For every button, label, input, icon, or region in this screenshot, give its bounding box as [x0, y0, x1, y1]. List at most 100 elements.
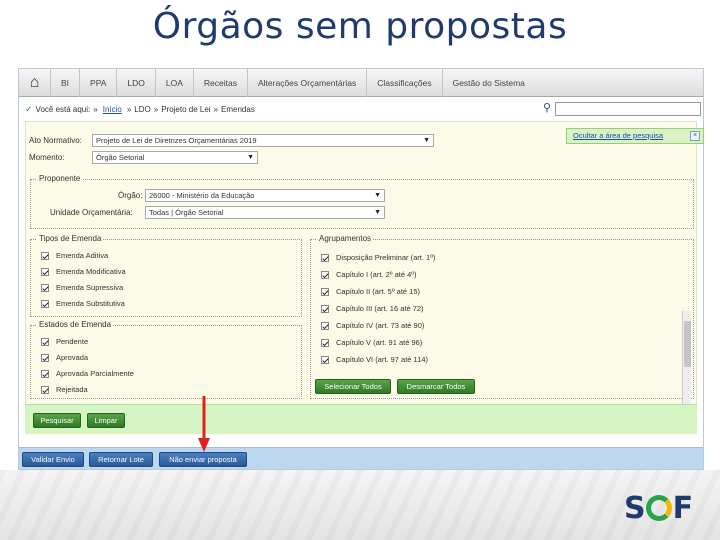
agrupamento-checkbox[interactable]: Capítulo V (art. 91 até 96)	[321, 338, 422, 347]
menu-item-ppa[interactable]: PPA	[80, 68, 118, 97]
checkbox-icon[interactable]	[321, 355, 329, 364]
agrupamento-label: Capítulo IV (art. 73 até 90)	[336, 321, 425, 330]
orgao-label: Órgão:	[118, 191, 143, 200]
tipos-emenda-legend: Tipos de Emenda	[37, 234, 104, 243]
tipo-emenda-label: Emenda Substitutiva	[56, 299, 125, 308]
breadcrumb-prefix: Você está aqui:	[35, 104, 91, 114]
agrupamento-label: Capítulo II (art. 5º até 15)	[336, 287, 421, 296]
breadcrumb-home-link[interactable]: Início	[103, 105, 122, 114]
estado-emenda-checkbox[interactable]: Pendente	[41, 337, 88, 346]
ato-normativo-label: Ato Normativo:	[29, 136, 82, 145]
slide-title: Órgãos sem propostas	[152, 6, 568, 47]
menu-item-alteracoes[interactable]: Alterações Orçamentárias	[248, 68, 368, 97]
menu-item-ldo[interactable]: LDO	[117, 68, 156, 97]
agrupamento-checkbox[interactable]: Capítulo I (art. 2º até 4º)	[321, 270, 417, 279]
logo-ring-icon	[645, 495, 672, 521]
hide-search-area-button[interactable]: Ocultar a área de pesquisa ×	[566, 128, 704, 144]
tipos-emenda-fieldset: Tipos de Emenda Emenda Aditiva Emenda Mo…	[30, 234, 302, 317]
checkbox-icon[interactable]	[321, 270, 329, 279]
search-icon[interactable]: ⚲	[540, 101, 554, 115]
chevron-down-icon: ▼	[423, 137, 430, 144]
chevron-down-icon: ▼	[374, 192, 381, 199]
search-input[interactable]	[555, 102, 701, 116]
breadcrumb-item: Projeto de Lei	[161, 104, 211, 114]
no-proposal-button[interactable]: Não enviar proposta	[159, 452, 247, 467]
menu-bar: ⌂ BI PPA LDO LOA Receitas Alterações Orç…	[19, 68, 703, 97]
menu-item-gestao[interactable]: Gestão do Sistema	[443, 69, 535, 97]
estado-emenda-checkbox[interactable]: Aprovada	[41, 353, 88, 362]
agrupamento-checkbox[interactable]: Disposição Preliminar (art. 1º)	[321, 253, 435, 262]
breadcrumb-separator: »	[213, 104, 219, 114]
agrupamento-label: Capítulo V (art. 91 até 96)	[336, 338, 423, 347]
checkbox-icon[interactable]	[321, 338, 329, 347]
agrupamento-checkbox[interactable]: Capítulo IV (art. 73 até 90)	[321, 321, 424, 330]
proponente-legend: Proponente	[37, 174, 83, 183]
agrupamento-checkbox[interactable]: Capítulo VI (art. 97 até 114)	[321, 355, 428, 364]
breadcrumb-separator: »	[126, 104, 132, 114]
check-icon: ✓	[25, 103, 33, 114]
checkbox-icon[interactable]	[41, 385, 49, 394]
tipo-emenda-checkbox[interactable]: Emenda Aditiva	[41, 251, 108, 260]
tipo-emenda-checkbox[interactable]: Emenda Substitutiva	[41, 299, 125, 308]
chevron-down-icon: ▼	[247, 154, 254, 161]
tipo-emenda-checkbox[interactable]: Emenda Supressiva	[41, 283, 123, 292]
ato-normativo-select[interactable]: Projeto de Lei de Diretrizes Orçamentári…	[92, 134, 434, 147]
validate-submission-button[interactable]: Validar Envio	[22, 452, 84, 467]
checkbox-icon[interactable]	[321, 253, 329, 262]
unidade-orcamentaria-select[interactable]: Todas | Órgão Setorial ▼	[145, 206, 385, 219]
red-arrow-icon	[198, 396, 210, 452]
unidade-orcamentaria-value: Todas | Órgão Setorial	[149, 208, 224, 217]
orgao-select[interactable]: 26000 - Ministério da Educação ▼	[145, 189, 385, 202]
checkbox-icon[interactable]	[41, 299, 49, 308]
checkbox-icon[interactable]	[41, 251, 49, 260]
tipo-emenda-label: Emenda Modificativa	[56, 267, 126, 276]
momento-select[interactable]: Órgão Setorial ▼	[92, 151, 258, 164]
tipo-emenda-label: Emenda Supressiva	[56, 283, 124, 292]
scrollbar-thumb[interactable]	[684, 321, 691, 367]
estado-emenda-label: Aprovada Parcialmente	[56, 369, 134, 378]
clear-button[interactable]: Limpar	[87, 413, 125, 428]
breadcrumb-separator: »	[93, 104, 98, 114]
close-icon[interactable]: ×	[690, 131, 700, 141]
checkbox-icon[interactable]	[41, 283, 49, 292]
red-arrow-head	[198, 438, 210, 452]
search-button[interactable]: Pesquisar	[33, 413, 81, 428]
search-panel: Ato Normativo: Projeto de Lei de Diretri…	[25, 121, 704, 433]
deselect-all-button[interactable]: Desmarcar Todos	[397, 379, 475, 394]
menu-item-loa[interactable]: LOA	[156, 68, 194, 97]
menu-item-bi[interactable]: BI	[51, 68, 81, 97]
orgao-value: 26000 - Ministério da Educação	[149, 191, 255, 200]
momento-value: Órgão Setorial	[96, 153, 145, 162]
unidade-orcamentaria-label: Unidade Orçamentária:	[50, 208, 133, 217]
proponente-fieldset: Proponente Órgão: 26000 - Ministério da …	[30, 174, 694, 229]
breadcrumb-separator: »	[153, 104, 159, 114]
checkbox-icon[interactable]	[41, 353, 49, 362]
slide-background	[0, 470, 720, 540]
return-batch-button[interactable]: Retornar Lote	[89, 452, 153, 467]
ato-normativo-value: Projeto de Lei de Diretrizes Orçamentári…	[96, 136, 257, 145]
checkbox-icon[interactable]	[321, 287, 329, 296]
estado-emenda-label: Aprovada	[56, 353, 89, 362]
estado-emenda-checkbox[interactable]: Rejeitada	[41, 385, 88, 394]
logo-letter-f: F	[672, 490, 693, 526]
menu-item-classificacoes[interactable]: Classificações	[367, 68, 443, 97]
estado-emenda-checkbox[interactable]: Aprovada Parcialmente	[41, 369, 134, 378]
estado-emenda-label: Rejeitada	[56, 385, 88, 394]
checkbox-icon[interactable]	[41, 369, 49, 378]
menu-item-receitas[interactable]: Receitas	[194, 68, 248, 97]
tipo-emenda-label: Emenda Aditiva	[56, 251, 109, 260]
checkbox-icon[interactable]	[41, 267, 49, 276]
checkbox-icon[interactable]	[321, 304, 329, 313]
agrupamentos-legend: Agrupamentos	[317, 234, 374, 243]
agrupamento-checkbox[interactable]: Capítulo II (art. 5º até 15)	[321, 287, 420, 296]
tipo-emenda-checkbox[interactable]: Emenda Modificativa	[41, 267, 126, 276]
agrupamento-label: Capítulo I (art. 2º até 4º)	[336, 270, 417, 279]
app-window: ⌂ BI PPA LDO LOA Receitas Alterações Orç…	[18, 68, 704, 470]
breadcrumb-item: LDO	[134, 104, 151, 114]
select-all-button[interactable]: Selecionar Todos	[315, 379, 391, 394]
checkbox-icon[interactable]	[321, 321, 329, 330]
agrupamentos-fieldset: Agrupamentos Disposição Preliminar (art.…	[310, 234, 694, 399]
checkbox-icon[interactable]	[41, 337, 49, 346]
home-icon[interactable]: ⌂	[19, 68, 51, 97]
agrupamento-checkbox[interactable]: Capítulo III (art. 16 até 72)	[321, 304, 424, 313]
